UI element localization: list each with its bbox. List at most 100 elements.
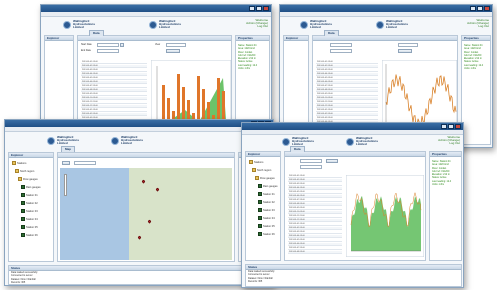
tree-item[interactable]: North region [15,169,34,173]
table-row[interactable]: 2013-01-02 09:00 [316,113,378,116]
table-row[interactable]: 2013-01-02 09:00 [288,179,342,182]
address-bar[interactable] [5,127,273,132]
tab-map[interactable]: Map [61,146,75,152]
table-row[interactable]: 2013-01-07 09:00 [316,85,378,88]
table-row[interactable]: 2013-01-02 09:00 [81,113,147,116]
close-button[interactable] [263,6,269,11]
table-row[interactable]: 2013-01-05 09:00 [288,191,342,194]
tab-data[interactable]: Data [89,30,104,36]
tree-item[interactable]: Stations [12,161,26,165]
tree-item[interactable]: Station 03 [21,209,38,213]
table-row[interactable]: 2013-01-07 09:00 [81,85,147,88]
refresh-button[interactable] [166,49,180,53]
table-row[interactable]: 2013-01-11 09:00 [81,101,147,104]
address-bar[interactable] [242,130,463,135]
table-row[interactable]: 2013-01-06 09:00 [288,243,342,246]
zoom-control[interactable] [64,174,67,196]
map-layer-select[interactable] [74,161,96,165]
table-row[interactable]: 2013-01-03 09:00 [288,231,342,234]
table-row[interactable]: 2013-01-12 09:00 [288,219,342,222]
minimize-button[interactable] [441,124,447,129]
table-row[interactable]: 2013-01-10 09:00 [316,97,378,100]
tree-item[interactable]: Station 05 [21,225,38,229]
view-select[interactable] [166,43,186,47]
address-bar[interactable] [280,12,492,17]
tree-item[interactable]: North region [252,168,271,172]
map-toolbar-button[interactable] [62,161,70,165]
table-row[interactable]: 2013-01-03 09:00 [316,69,378,72]
refresh-button[interactable] [326,159,338,163]
tree-item[interactable]: Flow gauges [255,176,275,180]
refresh-button[interactable] [398,49,412,53]
table-row[interactable]: 2013-01-09 09:00 [288,207,342,210]
table-row[interactable]: 2013-01-03 09:00 [81,69,147,72]
table-row[interactable]: 2013-01-01 09:00 [81,61,147,64]
tree-item[interactable]: Station 01 [21,193,38,197]
table-row[interactable]: 2013-01-06 09:00 [81,81,147,84]
table-row[interactable]: 2013-01-03 09:00 [288,183,342,186]
tree-item[interactable]: Station 06 [258,232,275,236]
minimize-button[interactable] [249,6,255,11]
address-bar[interactable] [41,12,271,17]
tree-item[interactable]: Flow gauges [18,177,38,181]
table-row[interactable]: 2013-01-06 09:00 [316,81,378,84]
tree-item[interactable]: Station 05 [258,224,275,228]
table-row[interactable]: 2013-01-01 09:00 [316,109,378,112]
calendar-button[interactable] [120,43,124,47]
minimize-button[interactable] [470,6,476,11]
tree-item[interactable]: Station 02 [21,201,38,205]
table-row[interactable]: 2013-01-02 09:00 [288,227,342,230]
table-row[interactable]: 2013-01-11 09:00 [316,101,378,104]
close-button[interactable] [455,124,461,129]
table-row[interactable]: 2013-01-08 09:00 [288,251,342,254]
table-row[interactable]: 2013-01-11 09:00 [288,215,342,218]
tab-data[interactable]: Data [290,146,305,152]
map-view[interactable] [60,168,232,260]
table-row[interactable]: 2013-01-06 09:00 [288,195,342,198]
user-session[interactable]: Welcome Admin (Change) Log Out [467,19,489,28]
table-row[interactable]: 2013-01-02 09:00 [81,65,147,68]
tree-item[interactable]: Station 01 [258,192,275,196]
table-row[interactable]: 2013-01-07 09:00 [288,199,342,202]
tree-item[interactable]: Rain gauges [21,185,41,189]
tree-item[interactable]: Station 04 [258,216,275,220]
table-row[interactable]: 2013-01-12 09:00 [316,105,378,108]
table-row[interactable]: 2013-01-08 09:00 [288,203,342,206]
table-row[interactable]: 2013-01-03 09:00 [316,117,378,120]
table-row[interactable]: 2013-01-04 09:00 [288,187,342,190]
start-date-input[interactable] [97,43,119,47]
table-row[interactable]: 2013-01-01 09:00 [81,109,147,112]
table-row[interactable]: 2013-01-08 09:00 [81,89,147,92]
table-row[interactable]: 2013-01-12 09:00 [81,105,147,108]
view-select[interactable] [398,43,418,47]
table-row[interactable]: 2013-01-01 09:00 [316,61,378,64]
end-date-input[interactable] [300,165,322,169]
close-button[interactable] [484,6,490,11]
table-row[interactable]: 2013-01-09 09:00 [316,93,378,96]
table-row[interactable]: 2013-01-07 09:00 [288,247,342,250]
table-row[interactable]: 2013-01-04 09:00 [288,235,342,238]
end-date-input[interactable] [97,49,119,53]
maximize-button[interactable] [448,124,454,129]
table-row[interactable]: 2013-01-05 09:00 [81,77,147,80]
table-row[interactable]: 2013-01-01 09:00 [288,175,342,178]
tree-item[interactable]: Station 03 [258,208,275,212]
table-row[interactable]: 2013-01-04 09:00 [316,73,378,76]
tree-item[interactable]: Station 06 [21,233,38,237]
table-row[interactable]: 2013-01-04 09:00 [81,73,147,76]
tab-data[interactable]: Data [324,30,339,36]
table-row[interactable]: 2013-01-09 09:00 [81,93,147,96]
tree-item[interactable]: Station 04 [21,217,38,221]
tree-item[interactable]: Station 02 [258,200,275,204]
end-date-input[interactable] [330,49,352,53]
table-row[interactable]: 2013-01-05 09:00 [288,239,342,242]
table-row[interactable]: 2013-01-02 09:00 [316,65,378,68]
table-row[interactable]: 2013-01-10 09:00 [81,97,147,100]
maximize-button[interactable] [477,6,483,11]
maximize-button[interactable] [256,6,262,11]
table-row[interactable]: 2013-01-01 09:00 [288,223,342,226]
user-session[interactable]: Welcome Admin (Change) Log Out [246,19,268,28]
tree-item[interactable]: Rain gauges [258,184,278,188]
tree-item[interactable]: Stations [249,160,263,164]
table-row[interactable]: 2013-01-10 09:00 [288,211,342,214]
